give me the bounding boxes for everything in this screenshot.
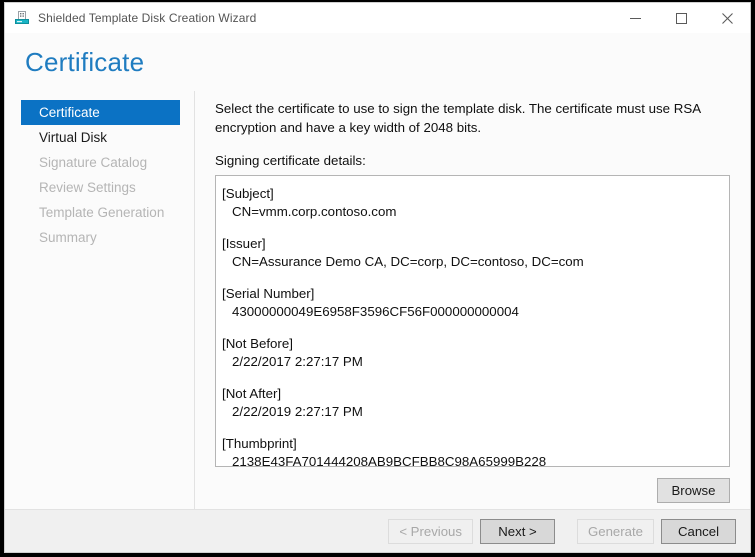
sidebar-item-template-generation: Template Generation	[39, 205, 165, 220]
cert-field-key: [Subject]	[222, 186, 274, 201]
sidebar-item-virtual-disk[interactable]: Virtual Disk	[21, 125, 192, 150]
cert-field-value: CN=vmm.corp.contoso.com	[232, 204, 397, 219]
cert-field-key: [Not Before]	[222, 336, 293, 351]
disk-wizard-icon	[14, 10, 30, 26]
sidebar-item-review-settings: Review Settings	[39, 180, 136, 195]
wizard-steps-sidebar: Certificate Virtual Disk Signature Catal…	[5, 91, 195, 509]
browse-button[interactable]: Browse	[657, 478, 730, 503]
cert-field-key: [Thumbprint]	[222, 436, 297, 451]
next-button[interactable]: Next >	[480, 518, 555, 544]
close-icon[interactable]	[704, 3, 750, 33]
cert-field-value: 2/22/2019 2:27:17 PM	[232, 404, 363, 419]
previous-button: < Previous	[388, 518, 473, 544]
cert-field-value: 43000000049E6958F3596CF56F000000000004	[232, 304, 519, 319]
certificate-details-box[interactable]: [Subject] CN=vmm.corp.contoso.com [Issue…	[215, 175, 730, 467]
sidebar-item-certificate[interactable]: Certificate	[21, 100, 180, 125]
cert-field-value: CN=Assurance Demo CA, DC=corp, DC=contos…	[232, 254, 584, 269]
generate-button: Generate	[577, 518, 654, 544]
signing-details-label: Signing certificate details:	[215, 153, 366, 168]
title-bar: Shielded Template Disk Creation Wizard	[5, 3, 750, 33]
footer-button-bar: < Previous Next > Generate Cancel	[5, 509, 750, 552]
maximize-icon[interactable]	[658, 3, 704, 33]
cert-field-value: 2/22/2017 2:27:17 PM	[232, 354, 363, 369]
page-title: Certificate	[25, 46, 145, 77]
content-panel: Select the certificate to use to sign th…	[195, 91, 750, 509]
sidebar-item-summary: Summary	[39, 230, 97, 245]
cert-field-key: [Serial Number]	[222, 286, 315, 301]
header: Certificate	[5, 33, 750, 91]
instructions-text: Select the certificate to use to sign th…	[215, 101, 701, 135]
body: Certificate Virtual Disk Signature Catal…	[5, 91, 750, 509]
cert-field-value: 2138E43FA701444208AB9BCFBB8C98A65999B228	[232, 454, 547, 467]
minimize-icon[interactable]	[612, 3, 658, 33]
wizard-window: Shielded Template Disk Creation Wizard C…	[4, 2, 751, 553]
cert-field-key: [Not After]	[222, 386, 282, 401]
browse-row: Browse	[215, 478, 730, 503]
cert-field-key: [Issuer]	[222, 236, 266, 251]
sidebar-item-signature-catalog: Signature Catalog	[39, 155, 148, 170]
cancel-button[interactable]: Cancel	[661, 518, 736, 544]
window-title: Shielded Template Disk Creation Wizard	[38, 11, 257, 25]
window-controls	[612, 3, 750, 33]
